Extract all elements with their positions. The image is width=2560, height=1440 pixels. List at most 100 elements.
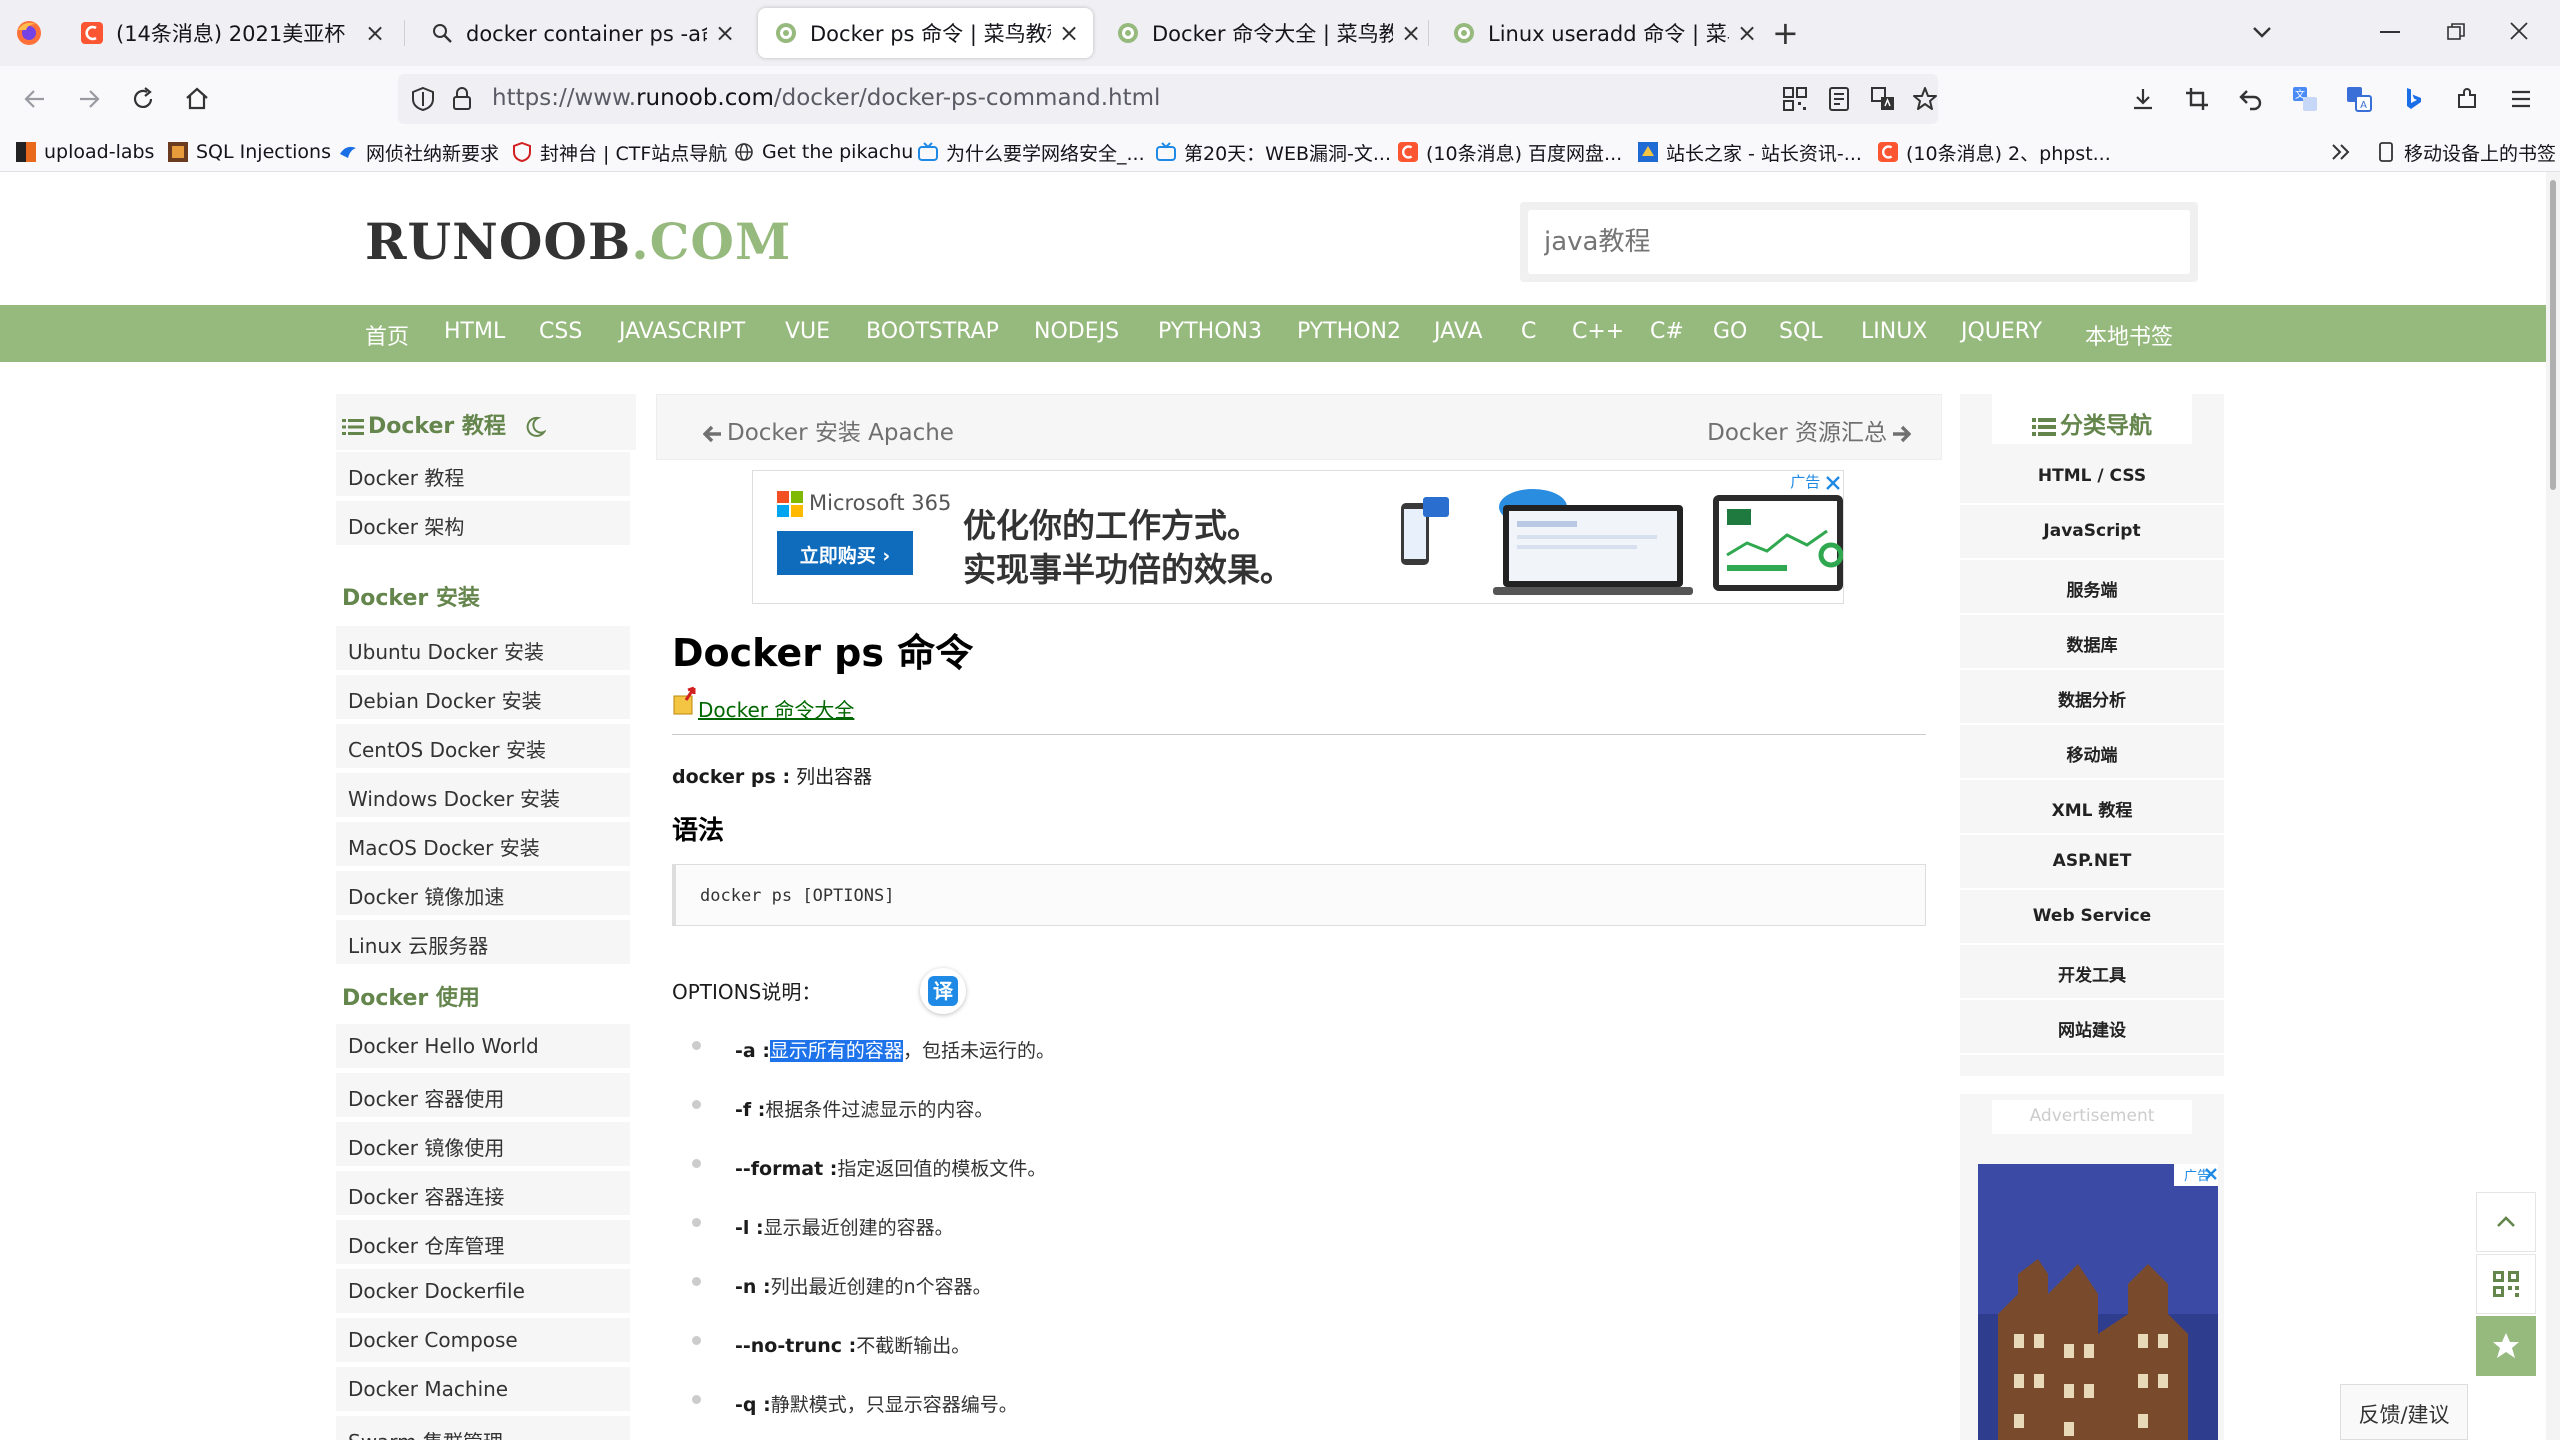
translate-popup-button[interactable]: 译: [920, 968, 966, 1014]
bookmark-item[interactable]: 封神台 | CTF站点导航: [512, 136, 727, 168]
bookmark-item[interactable]: 第20天：WEB漏洞-文...: [1156, 136, 1391, 168]
tracking-protection-icon[interactable]: [410, 86, 436, 112]
sidebar-item[interactable]: Docker 架构: [336, 501, 630, 547]
nav-item-html[interactable]: HTML: [444, 319, 505, 344]
category-item[interactable]: Web Service: [1960, 890, 2224, 945]
minimize-window-icon[interactable]: [2380, 31, 2400, 33]
sidebar-item[interactable]: Docker Machine: [336, 1367, 630, 1413]
microsoft-365-ad[interactable]: Microsoft 365 立即购买 › 优化你的工作方式。 实现事半功倍的效果…: [752, 470, 1844, 604]
moon-icon[interactable]: [524, 416, 546, 438]
firefox-menu-icon[interactable]: [14, 18, 44, 48]
category-item[interactable]: XML 教程: [1960, 780, 2224, 835]
extensions-icon[interactable]: [2448, 80, 2486, 118]
close-window-icon[interactable]: [2508, 20, 2530, 42]
category-item[interactable]: 服务端: [1960, 560, 2224, 615]
bookmark-item[interactable]: SQL Injections: [168, 136, 331, 168]
sidebar-item[interactable]: Docker Dockerfile: [336, 1269, 630, 1315]
nav-item-c[interactable]: C: [1521, 319, 1536, 344]
close-tab-icon[interactable]: ×: [1735, 19, 1759, 47]
sidebar-item[interactable]: Linux 云服务器: [336, 920, 630, 966]
nav-item-首页[interactable]: 首页: [365, 319, 409, 351]
bookmark-item[interactable]: (10条消息) 2、phpst...: [1878, 136, 2111, 168]
sidebar-item[interactable]: Debian Docker 安装: [336, 675, 630, 721]
lock-icon[interactable]: [450, 86, 474, 112]
tab-5[interactable]: Linux useradd 命令 | 菜鸟教程×: [1436, 8, 1771, 58]
page-scrollbar-thumb[interactable]: [2550, 180, 2556, 490]
home-icon[interactable]: [178, 80, 216, 118]
sidebar-item[interactable]: Windows Docker 安装: [336, 773, 630, 819]
category-item[interactable]: JavaScript: [1960, 505, 2224, 560]
advertisement-image[interactable]: 广告: [1978, 1164, 2218, 1440]
scroll-to-top-button[interactable]: [2476, 1192, 2536, 1252]
sidebar-item[interactable]: MacOS Docker 安装: [336, 822, 630, 868]
category-item[interactable]: 移动端: [1960, 725, 2224, 780]
sidebar-item[interactable]: Docker 镜像使用: [336, 1122, 630, 1168]
sidebar-item[interactable]: Docker Hello World: [336, 1024, 630, 1070]
reload-icon[interactable]: [124, 80, 162, 118]
bookmark-item[interactable]: upload-labs: [16, 136, 154, 168]
sidebar-item[interactable]: Ubuntu Docker 安装: [336, 626, 630, 672]
qr-code-button[interactable]: [2476, 1254, 2536, 1314]
translate-alt-icon[interactable]: A: [2340, 80, 2378, 118]
close-tab-icon[interactable]: ×: [713, 19, 737, 47]
bing-icon[interactable]: [2394, 80, 2432, 118]
url-text[interactable]: https://www.runoob.com/docker/docker-ps-…: [492, 85, 1160, 111]
sidebar-item[interactable]: CentOS Docker 安装: [336, 724, 630, 770]
close-tab-icon[interactable]: ×: [363, 19, 387, 47]
sidebar-item[interactable]: Docker 仓库管理: [336, 1220, 630, 1266]
sidebar-item[interactable]: Docker 镜像加速: [336, 871, 630, 917]
bookmark-item[interactable]: Get the pikachu: [734, 136, 913, 168]
category-item[interactable]: ASP.NET: [1960, 835, 2224, 890]
selected-text[interactable]: 显示所有的容器: [769, 1040, 903, 1062]
bookmark-star-icon[interactable]: [1912, 86, 1938, 112]
url-bar[interactable]: https://www.runoob.com/docker/docker-ps-…: [398, 74, 1938, 124]
ad-buy-button[interactable]: 立即购买 ›: [777, 531, 913, 575]
bookmark-page-button[interactable]: [2476, 1316, 2536, 1376]
bookmark-item[interactable]: 网侦社纳新要求: [338, 136, 499, 168]
nav-item-c#[interactable]: C#: [1650, 319, 1684, 344]
list-all-tabs-icon[interactable]: [2248, 18, 2276, 46]
nav-item-javascript[interactable]: JAVASCRIPT: [619, 319, 745, 344]
forward-button[interactable]: [70, 80, 108, 118]
bookmarks-overflow-icon[interactable]: [2330, 142, 2352, 162]
bookmark-item[interactable]: 站长之家 - 站长资讯-...: [1638, 136, 1862, 168]
category-item[interactable]: 网站建设: [1960, 1000, 2224, 1055]
nav-item-bootstrap[interactable]: BOOTSTRAP: [866, 319, 999, 344]
undo-icon[interactable]: [2232, 80, 2270, 118]
screenshot-icon[interactable]: [2178, 80, 2216, 118]
category-item[interactable]: 开发工具: [1960, 945, 2224, 1000]
sidebar-item[interactable]: Docker 容器连接: [336, 1171, 630, 1217]
next-article-link[interactable]: Docker 资源汇总: [1707, 413, 1911, 447]
site-search-input[interactable]: [1528, 210, 2190, 274]
restore-window-icon[interactable]: [2446, 22, 2466, 42]
back-button[interactable]: [16, 80, 54, 118]
previous-article-link[interactable]: Docker 安装 Apache: [703, 413, 954, 447]
tab-4[interactable]: Docker 命令大全 | 菜鸟教程×: [1100, 8, 1435, 58]
nav-item-vue[interactable]: VUE: [785, 319, 830, 344]
qr-code-icon[interactable]: [1782, 86, 1808, 112]
nav-item-python3[interactable]: PYTHON3: [1158, 319, 1262, 344]
nav-item-java[interactable]: JAVA: [1434, 319, 1482, 344]
code-text[interactable]: docker ps [OPTIONS]: [700, 886, 894, 906]
new-tab-button[interactable]: +: [1772, 14, 1799, 52]
sidebar-item[interactable]: Docker 容器使用: [336, 1073, 630, 1119]
translate-page-icon[interactable]: [1870, 86, 1896, 112]
reader-view-icon[interactable]: [1826, 86, 1852, 112]
bookmark-item[interactable]: (10条消息) 百度网盘...: [1398, 136, 1622, 168]
category-item[interactable]: 数据库: [1960, 615, 2224, 670]
nav-item-linux[interactable]: LINUX: [1861, 319, 1927, 344]
nav-item-c++[interactable]: C++: [1572, 319, 1624, 344]
tab-2[interactable]: docker container ps -a命令 -×: [414, 8, 749, 58]
nav-item-本地书签[interactable]: 本地书签: [2085, 319, 2173, 351]
close-tab-icon[interactable]: ×: [1399, 19, 1423, 47]
nav-item-sql[interactable]: SQL: [1779, 319, 1823, 344]
bookmark-item[interactable]: 为什么要学网络安全_...: [918, 136, 1145, 168]
feedback-button[interactable]: 反馈/建议: [2340, 1384, 2468, 1440]
tab-3[interactable]: Docker ps 命令 | 菜鸟教程 ×: [758, 8, 1093, 58]
app-menu-icon[interactable]: [2502, 80, 2540, 118]
sidebar-item[interactable]: Docker Compose: [336, 1318, 630, 1364]
sidebar-item[interactable]: Swarm 集群管理: [336, 1416, 630, 1440]
nav-item-go[interactable]: GO: [1713, 319, 1747, 344]
nav-item-python2[interactable]: PYTHON2: [1297, 319, 1401, 344]
category-item[interactable]: 数据分析: [1960, 670, 2224, 725]
